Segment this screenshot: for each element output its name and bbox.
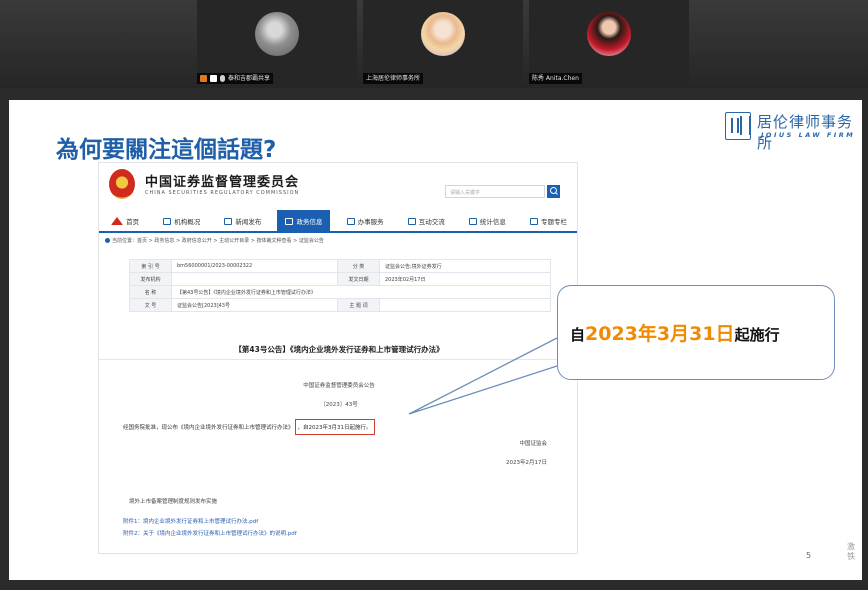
related-rule-heading: 境外上市备案管理制度规则发布实施 — [129, 499, 218, 505]
participant-caption: 陈秀 Anita.Chen — [529, 73, 582, 84]
document-number: 〔2023〕43号 — [320, 402, 358, 408]
shared-slide: 為何要關注這個話題? 居伦律师事务所 JOIUS LAW FIRM 中国证券监督… — [9, 100, 862, 580]
anime-avatar-icon — [421, 12, 465, 56]
attachment-link[interactable]: 附件2：关于《境内企业境外发行证券和上市管理试行办法》的说明.pdf — [123, 529, 297, 537]
home-icon — [111, 217, 124, 225]
nav-label: 新闻发布 — [235, 218, 262, 226]
document-body: 经国务院批准，现公布《境内企业境外发行证券和上市管理试行办法》 ，自2023年3月… — [123, 419, 375, 435]
participant-name: 陈秀 Anita.Chen — [532, 75, 579, 82]
participant-caption: 上海居伦律师事务所 — [363, 73, 424, 84]
nav-label: 机构概况 — [174, 218, 201, 226]
video-strip: 泰和吉郡霸共享 上海居伦律师事务所 陈秀 Anita.Chen — [0, 0, 868, 88]
meta-value — [379, 298, 551, 312]
participant-tile[interactable]: 陈秀 Anita.Chen — [529, 0, 689, 86]
stats-icon — [468, 217, 477, 225]
nav-gov-info[interactable]: 政务信息 — [277, 210, 331, 232]
callout-text: 自2023年3月31日起施行 — [570, 319, 780, 346]
mic-icon — [220, 75, 225, 82]
callout-box: 自2023年3月31日起施行 — [557, 285, 835, 380]
site-name-en: CHINA SECURITIES REGULATORY COMMISSION — [145, 190, 300, 196]
document-signature: 中国证监会 — [519, 441, 547, 447]
slide-page-number: 5 — [806, 551, 812, 560]
person-icon — [200, 75, 207, 82]
meta-label: 索 引 号 — [129, 259, 172, 273]
breadcrumb: 当前位置：首页 > 政务信息 > 政府信息公开 > 主动公开目录 > 按体裁文种… — [105, 237, 324, 244]
participant-name: 上海居伦律师事务所 — [366, 75, 421, 82]
side-watermark-text: 激 铁 — [847, 542, 855, 561]
attachment-link[interactable]: 附件1：境内企业境外发行证券和上市管理试行办法.pdf — [123, 517, 258, 525]
news-icon — [224, 217, 233, 225]
nav-topics[interactable]: 专题专栏 — [522, 210, 575, 232]
participant-name: 泰和吉郡霸共享 — [228, 75, 271, 82]
meta-value: 证监会公告;境外证券发行 — [379, 259, 551, 273]
callout-prefix: 自 — [570, 326, 586, 344]
participant-tile[interactable]: 泰和吉郡霸共享 — [197, 0, 357, 86]
callout-suffix: 起施行 — [734, 326, 780, 344]
law-firm-name-en: JOIUS LAW FIRM — [761, 131, 856, 139]
photo-avatar-icon — [255, 12, 299, 56]
slide-title: 為何要關注這個話題? — [56, 137, 277, 163]
nav-label: 首页 — [126, 218, 140, 226]
breadcrumb-text[interactable]: 当前位置：首页 > 政务信息 > 政府信息公开 > 主动公开目录 > 按体裁文种… — [112, 237, 324, 244]
meta-value: 证监会公告[2023]43号 — [171, 298, 338, 312]
participant-caption: 泰和吉郡霸共享 — [197, 73, 274, 84]
nav-home[interactable]: 首页 — [103, 210, 147, 232]
meta-label: 名 称 — [129, 285, 172, 299]
divider — [99, 359, 577, 360]
search-input[interactable]: 请输入关键字 — [445, 185, 545, 198]
nav-news[interactable]: 新闻发布 — [216, 210, 269, 232]
nav-about[interactable]: 机构概况 — [155, 210, 208, 232]
location-icon — [105, 238, 110, 243]
topic-icon — [529, 217, 538, 225]
info-icon — [285, 217, 294, 225]
web-header: 中国证券监督管理委员会 CHINA SECURITIES REGULATORY … — [99, 163, 577, 211]
web-nav: 首页 机构概况 新闻发布 政务信息 办事服务 互动交流 统计信息 专题专栏 — [99, 210, 577, 233]
meta-value: bm56000001/2023-00002322 — [171, 259, 338, 273]
nav-label: 政务信息 — [296, 218, 323, 226]
meta-value: 2023年02月17日 — [379, 272, 551, 286]
meta-value: 【第43号公告】《境内企业境外发行证券和上市管理试行办法》 — [171, 285, 551, 299]
nav-label: 办事服务 — [357, 218, 384, 226]
document-meta-table: 索 引 号 bm56000001/2023-00002322 分 类 证监会公告… — [129, 259, 551, 312]
building-icon — [163, 217, 172, 225]
site-name: 中国证券监督管理委员会 — [145, 175, 300, 190]
law-firm-logo-icon — [725, 112, 751, 140]
service-icon — [346, 217, 355, 225]
participant-tile[interactable]: 上海居伦律师事务所 — [363, 0, 523, 86]
body-text: 经国务院批准，现公布《境内企业境外发行证券和上市管理试行办法》 — [123, 425, 294, 431]
meta-label: 文 号 — [129, 298, 172, 312]
nav-label: 互动交流 — [418, 218, 445, 226]
meta-label: 发布机构 — [129, 272, 172, 286]
national-emblem-icon — [109, 169, 135, 199]
document-issuer: 中国证券监督管理委员会公告 — [303, 383, 375, 389]
search-icon[interactable] — [547, 185, 560, 198]
meta-label: 主 题 词 — [337, 298, 380, 312]
chat-icon — [407, 217, 416, 225]
nav-interact[interactable]: 互动交流 — [400, 210, 453, 232]
highlighted-effective-date: ，自2023年3月31日起施行。 — [294, 419, 375, 435]
meta-label: 分 类 — [337, 259, 380, 273]
nav-service[interactable]: 办事服务 — [339, 210, 392, 232]
meta-label: 发文日期 — [337, 272, 380, 286]
portrait-avatar-icon — [587, 12, 631, 56]
nav-stats[interactable]: 统计信息 — [461, 210, 514, 232]
screen-share-icon — [210, 75, 217, 82]
meta-value — [171, 272, 338, 286]
document-title: 【第43号公告】《境内企业境外发行证券和上市管理试行办法》 — [234, 345, 444, 354]
nav-label: 专题专栏 — [540, 218, 567, 226]
csrc-webpage-screenshot: 中国证券监督管理委员会 CHINA SECURITIES REGULATORY … — [98, 162, 578, 554]
nav-label: 统计信息 — [479, 218, 506, 226]
callout-date: 2023年3月31日 — [585, 323, 735, 345]
document-date: 2023年2月17日 — [506, 460, 547, 466]
